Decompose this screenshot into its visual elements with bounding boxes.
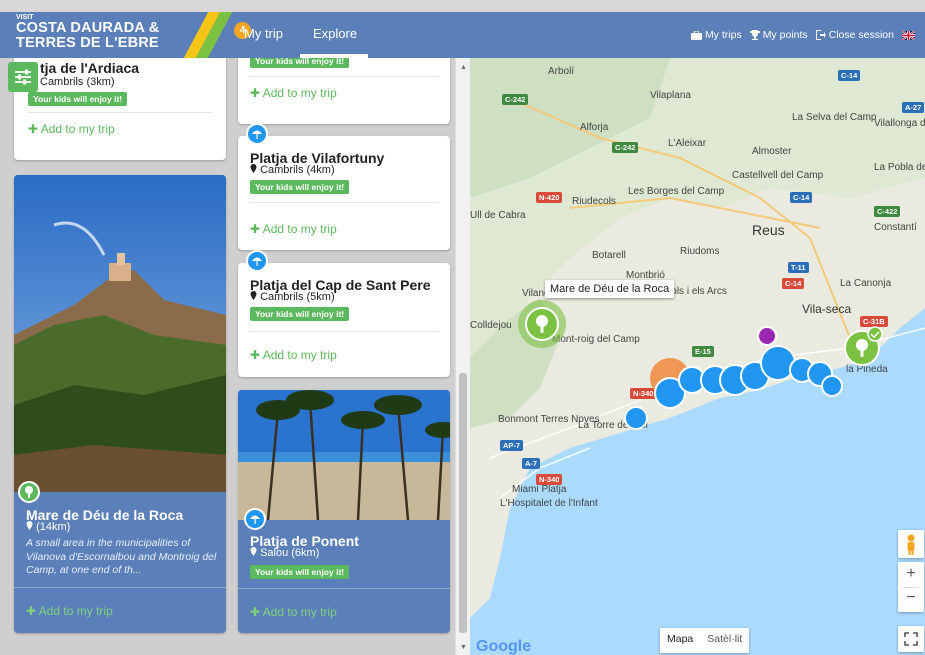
- add-to-trip-button[interactable]: ✚ Add to my trip: [26, 604, 113, 618]
- top-header: VISIT COSTA DAURADA & TERRES DE L'EBRE 4…: [0, 12, 925, 58]
- nav-my-trip[interactable]: My trip: [244, 26, 283, 41]
- map-type-map-button[interactable]: Mapa: [660, 628, 700, 653]
- map-markers: [518, 300, 883, 430]
- result-card-mare-deu-roca[interactable]: Mare de Déu de la Roca (14km) A small ar…: [14, 175, 226, 633]
- location-pin-icon: [26, 521, 33, 530]
- my-points-link[interactable]: My points: [749, 29, 808, 41]
- google-logo: Google: [476, 638, 532, 655]
- language-flag-uk-icon[interactable]: [902, 30, 915, 40]
- scroll-down-arrow-icon[interactable]: ▼: [460, 644, 467, 651]
- zoom-in-button[interactable]: +: [898, 562, 924, 587]
- nature-tree-icon: [18, 481, 40, 503]
- beach-umbrella-icon: [246, 123, 268, 145]
- trophy-icon: [749, 30, 760, 40]
- street-view-pegman[interactable]: [898, 530, 924, 558]
- map-type-switch: Mapa Satèl·lit: [660, 628, 750, 653]
- scroll-thumb[interactable]: [459, 373, 467, 633]
- close-session-link[interactable]: Close session: [815, 29, 894, 41]
- result-card-platja-vilafortuny[interactable]: Platja de Vilafortuny Cambrils (4km) You…: [238, 123, 450, 250]
- landscape-photo: [14, 175, 226, 492]
- site-logo[interactable]: VISIT COSTA DAURADA & TERRES DE L'EBRE: [16, 14, 159, 50]
- fullscreen-icon: [904, 632, 918, 646]
- add-to-trip-button[interactable]: ✚ Add to my trip: [250, 605, 337, 619]
- result-card-platja-ardiaca[interactable]: tja de l'Ardiaca Cambrils (3km) Your kid…: [14, 58, 226, 160]
- suitcase-icon: [690, 30, 702, 40]
- location-pin-icon: [250, 164, 257, 173]
- result-card-platja-cap-sant-pere[interactable]: Platja del Cap de Sant Pere Cambrils (5k…: [238, 250, 450, 377]
- card-description: A small area in the municipalities of Vi…: [26, 537, 217, 577]
- beach-photo: [238, 390, 450, 520]
- zoom-control: + −: [898, 562, 924, 612]
- sliders-icon: [15, 69, 31, 85]
- kids-badge: Your kids will enjoy it!: [250, 180, 350, 194]
- beach-umbrella-icon: [246, 250, 268, 272]
- zoom-out-button[interactable]: −: [898, 587, 924, 612]
- kids-badge: Your kids will enjoy it!: [250, 307, 350, 321]
- beach-umbrella-icon: [244, 508, 266, 530]
- kids-badge: Your kids will enjoy it!: [250, 565, 350, 579]
- add-to-trip-button[interactable]: ✚ Add to my trip: [250, 222, 337, 236]
- user-links: My trips My points Close session: [690, 29, 915, 41]
- location-pin-icon: [250, 291, 257, 300]
- scroll-up-arrow-icon[interactable]: ▲: [460, 64, 467, 71]
- add-to-trip-button[interactable]: ✚ Add to my trip: [250, 86, 337, 100]
- list-scrollbar[interactable]: ▲ ▼: [455, 58, 470, 655]
- map-view[interactable]: Arbolí Vilaplana Alforja L'Aleixar Almos…: [470, 58, 925, 655]
- add-to-trip-button[interactable]: ✚ Add to my trip: [28, 122, 115, 136]
- add-to-trip-button[interactable]: ✚ Add to my trip: [250, 348, 337, 362]
- map-marker-tooltip: Mare de Déu de la Roca: [545, 280, 675, 298]
- my-trips-link[interactable]: My trips: [690, 29, 742, 41]
- results-list[interactable]: tja de l'Ardiaca Cambrils (3km) Your kid…: [0, 58, 462, 655]
- filter-toggle-button[interactable]: [8, 62, 38, 92]
- result-card-platja-ponent[interactable]: Platja de Ponent Salou (6km) Your kids w…: [238, 390, 450, 633]
- map-type-satellite-button[interactable]: Satèl·lit: [700, 628, 749, 653]
- fullscreen-button[interactable]: [898, 626, 924, 652]
- nav-explore[interactable]: Explore: [313, 26, 357, 41]
- kids-badge: Your kids will enjoy it!: [250, 58, 350, 68]
- sign-out-icon: [815, 30, 826, 40]
- result-card-partial[interactable]: Your kids will enjoy it! ✚ Add to my tri…: [238, 58, 450, 124]
- kids-badge: Your kids will enjoy it!: [28, 92, 128, 106]
- pegman-icon: [907, 534, 915, 555]
- location-pin-icon: [250, 547, 257, 556]
